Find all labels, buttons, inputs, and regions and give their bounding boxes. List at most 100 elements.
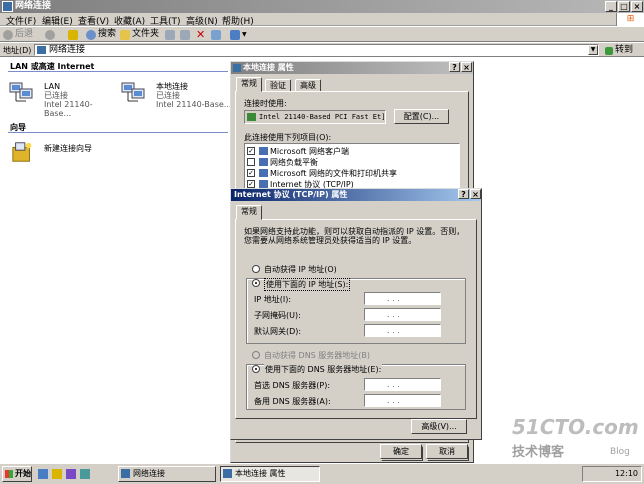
views-button[interactable]: ▼ (230, 28, 247, 41)
connection-local[interactable]: 本地连接 已连接 Intel 21140-Base... (120, 78, 232, 109)
move-to-button[interactable] (165, 28, 175, 41)
item-checkbox[interactable]: ✓ (247, 147, 255, 155)
ip-address-input[interactable]: . . . (364, 292, 441, 305)
connection-small-icon (233, 64, 241, 72)
group-divider (8, 71, 228, 72)
alternate-dns-label: 备用 DNS 服务器(A): (254, 397, 331, 406)
windows-flag-icon: ⊞ (616, 13, 644, 26)
tcpip-ok-button[interactable]: 确定 (380, 444, 422, 459)
start-button[interactable]: 开始 (2, 466, 32, 482)
dialog-title-bar[interactable]: Internet 协议 (TCP/IP) 属性 ? × (231, 189, 481, 201)
list-item[interactable]: ✓ Microsoft 网络的文件和打印机共享 (247, 168, 447, 178)
list-item[interactable]: 网络负载平衡 (247, 157, 447, 167)
items-label: 此连接使用下列项目(O): (244, 133, 332, 142)
address-dropdown-button[interactable]: ▼ (588, 45, 598, 55)
help-button[interactable]: ? (458, 189, 469, 199)
help-button[interactable]: ? (449, 62, 460, 72)
advanced-button[interactable]: 高级(V)... (411, 419, 467, 434)
quicklaunch-ie-icon[interactable] (38, 469, 48, 479)
use-dns-radio[interactable] (252, 365, 260, 373)
address-input[interactable]: 网络连接 ▼ (34, 44, 599, 56)
network-connection-icon (121, 82, 145, 102)
back-arrow-icon (3, 29, 13, 40)
item-checkbox[interactable]: ✓ (247, 180, 255, 188)
adapter-name: Intel 21140-Based PCI Fast Et] (259, 113, 386, 121)
window-title-bar[interactable]: 网络连接 _ □ × (0, 0, 644, 13)
wizard-label: 新建连接向导 (44, 144, 92, 153)
use-dns-label: 使用下面的 DNS 服务器地址(E): (264, 364, 383, 375)
folders-button[interactable]: 文件夹 (120, 28, 159, 41)
forward-button[interactable] (45, 28, 55, 41)
menu-favorites[interactable]: 收藏(A) (114, 14, 145, 27)
taskbar-network-connections[interactable]: 网络连接 (118, 466, 216, 482)
views-icon (230, 29, 240, 40)
back-label: 后退 (15, 29, 34, 39)
service-icon (259, 158, 268, 166)
copy-to-button[interactable] (180, 28, 190, 41)
network-folder-icon (2, 1, 13, 12)
preferred-dns-input[interactable]: . . . (364, 378, 441, 391)
connection-status: 已连接 (156, 91, 180, 100)
ip-dots: . . . (387, 310, 400, 319)
quicklaunch-app-icon[interactable] (80, 469, 90, 479)
minimize-button[interactable]: _ (605, 1, 617, 12)
auto-dns-label: 自动获得 DNS 服务器地址(B) (264, 351, 371, 360)
tab-general[interactable]: 常规 (236, 205, 262, 220)
item-label: Microsoft 网络的文件和打印机共享 (270, 169, 397, 178)
menu-edit[interactable]: 编辑(E) (42, 14, 73, 27)
search-label: 搜索 (98, 29, 117, 39)
dialog-title-bar[interactable]: 本地连接 属性 ? × (231, 62, 473, 74)
ip-dots: . . . (387, 326, 400, 335)
new-connection-wizard[interactable]: 新建连接向导 (8, 140, 118, 170)
delete-button[interactable]: ✕ (196, 28, 205, 41)
item-label: Microsoft 网络客户端 (270, 147, 349, 156)
close-button[interactable]: × (631, 1, 643, 12)
undo-button[interactable] (211, 28, 221, 41)
menu-tools[interactable]: 工具(T) (150, 14, 181, 27)
list-item[interactable]: ✓ Microsoft 网络客户端 (247, 146, 447, 156)
up-button[interactable] (68, 28, 78, 41)
task-label: 本地连接 属性 (235, 469, 286, 478)
tcpip-cancel-button[interactable]: 取消 (426, 444, 468, 459)
go-button[interactable]: 转到 (605, 44, 633, 57)
auto-ip-radio[interactable] (252, 265, 260, 273)
auto-ip-label: 自动获得 IP 地址(O) (264, 265, 337, 274)
folders-icon (120, 29, 130, 40)
toolbar: 后退 搜索 文件夹 ✕ ▼ (0, 27, 644, 42)
undo-icon (211, 29, 221, 40)
connect-using-label: 连接时使用: (244, 99, 287, 108)
menu-help[interactable]: 帮助(H) (222, 14, 254, 27)
ip-dots: . . . (387, 396, 400, 405)
gateway-label: 默认网关(D): (254, 327, 302, 336)
alternate-dns-input[interactable]: . . . (364, 394, 441, 407)
taskbar-local-connection-properties[interactable]: 本地连接 属性 (220, 466, 320, 482)
auto-dns-radio[interactable] (252, 351, 260, 359)
window-title: 网络连接 (15, 1, 52, 11)
back-button[interactable]: 后退 (3, 28, 33, 41)
maximize-button[interactable]: □ (618, 1, 630, 12)
subnet-mask-input[interactable]: . . . (364, 308, 441, 321)
folders-label: 文件夹 (132, 29, 160, 39)
quicklaunch-vs-icon[interactable] (66, 469, 76, 479)
menu-advanced[interactable]: 高级(N) (186, 14, 218, 27)
quicklaunch-folder-icon[interactable] (52, 469, 62, 479)
dialog-close-button[interactable]: × (470, 189, 481, 199)
item-checkbox[interactable] (247, 158, 255, 166)
taskbar: 开始 网络连接 本地连接 属性 12:10 (0, 463, 644, 484)
use-ip-radio[interactable] (252, 279, 260, 287)
configure-button[interactable]: 配置(C)... (394, 109, 449, 124)
start-label: 开始 (15, 469, 31, 478)
tab-general[interactable]: 常规 (236, 77, 262, 92)
search-button[interactable]: 搜索 (86, 28, 116, 41)
clock[interactable]: 12:10 (615, 469, 638, 478)
connection-status: 已连接 (44, 91, 68, 100)
gateway-input[interactable]: . . . (364, 324, 441, 337)
address-bar: 地址(D) 网络连接 ▼ 转到 (0, 43, 644, 57)
menu-file[interactable]: 文件(F) (6, 14, 36, 27)
menu-view[interactable]: 查看(V) (78, 14, 109, 27)
connection-lan[interactable]: LAN 已连接 Intel 21140-Base... (8, 78, 118, 118)
item-checkbox[interactable]: ✓ (247, 169, 255, 177)
ip-dots: . . . (387, 294, 400, 303)
adapter-field: Intel 21140-Based PCI Fast Et] (244, 110, 386, 124)
dialog-close-button[interactable]: × (461, 62, 472, 72)
